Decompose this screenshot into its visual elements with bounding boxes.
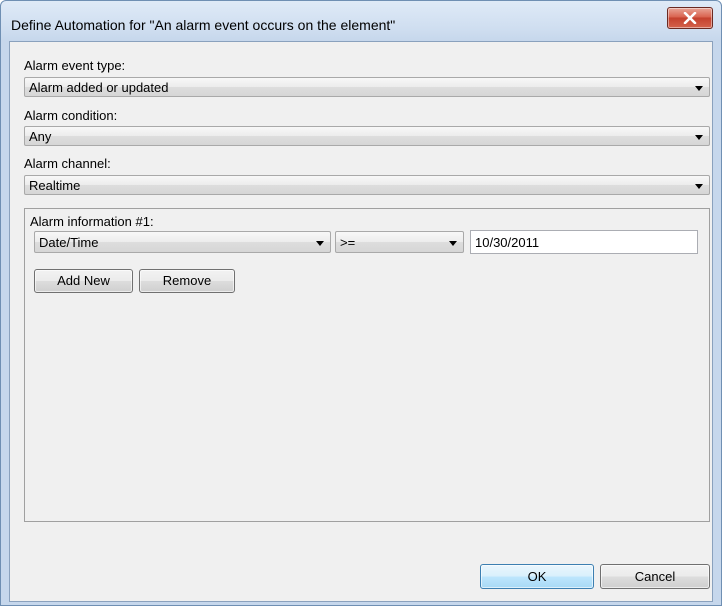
alarm-value-text: 10/30/2011 [475, 235, 540, 250]
chevron-down-icon [695, 135, 703, 140]
alarm-field-value: Date/Time [39, 235, 99, 250]
title-bar[interactable]: Define Automation for "An alarm event oc… [1, 1, 721, 41]
channel-dropdown[interactable]: Realtime [24, 175, 710, 195]
chevron-down-icon [449, 241, 457, 246]
alarm-information-label: Alarm information #1: [30, 214, 154, 229]
event-type-label: Alarm event type: [24, 58, 126, 73]
channel-label: Alarm channel: [24, 156, 111, 171]
window-title: Define Automation for "An alarm event oc… [11, 17, 396, 33]
close-icon [683, 12, 697, 24]
alarm-operator-dropdown[interactable]: >= [335, 231, 464, 253]
remove-button[interactable]: Remove [139, 269, 235, 293]
add-new-button[interactable]: Add New [34, 269, 133, 293]
dialog-window: Define Automation for "An alarm event oc… [0, 0, 722, 606]
event-type-dropdown[interactable]: Alarm added or updated [24, 77, 710, 97]
close-button[interactable] [667, 7, 713, 29]
channel-value: Realtime [29, 178, 81, 193]
ok-button[interactable]: OK [480, 564, 594, 589]
chevron-down-icon [316, 241, 324, 246]
chevron-down-icon [695, 184, 703, 189]
condition-label: Alarm condition: [24, 108, 118, 123]
alarm-value-input[interactable]: 10/30/2011 [470, 230, 698, 254]
alarm-information-group: Alarm information #1: Date/Time >= 10/30… [24, 208, 710, 522]
cancel-button[interactable]: Cancel [600, 564, 710, 589]
chevron-down-icon [695, 86, 703, 91]
event-type-value: Alarm added or updated [29, 80, 169, 95]
alarm-operator-value: >= [340, 235, 356, 250]
condition-dropdown[interactable]: Any [24, 126, 710, 146]
alarm-field-dropdown[interactable]: Date/Time [34, 231, 331, 253]
condition-value: Any [29, 129, 52, 144]
